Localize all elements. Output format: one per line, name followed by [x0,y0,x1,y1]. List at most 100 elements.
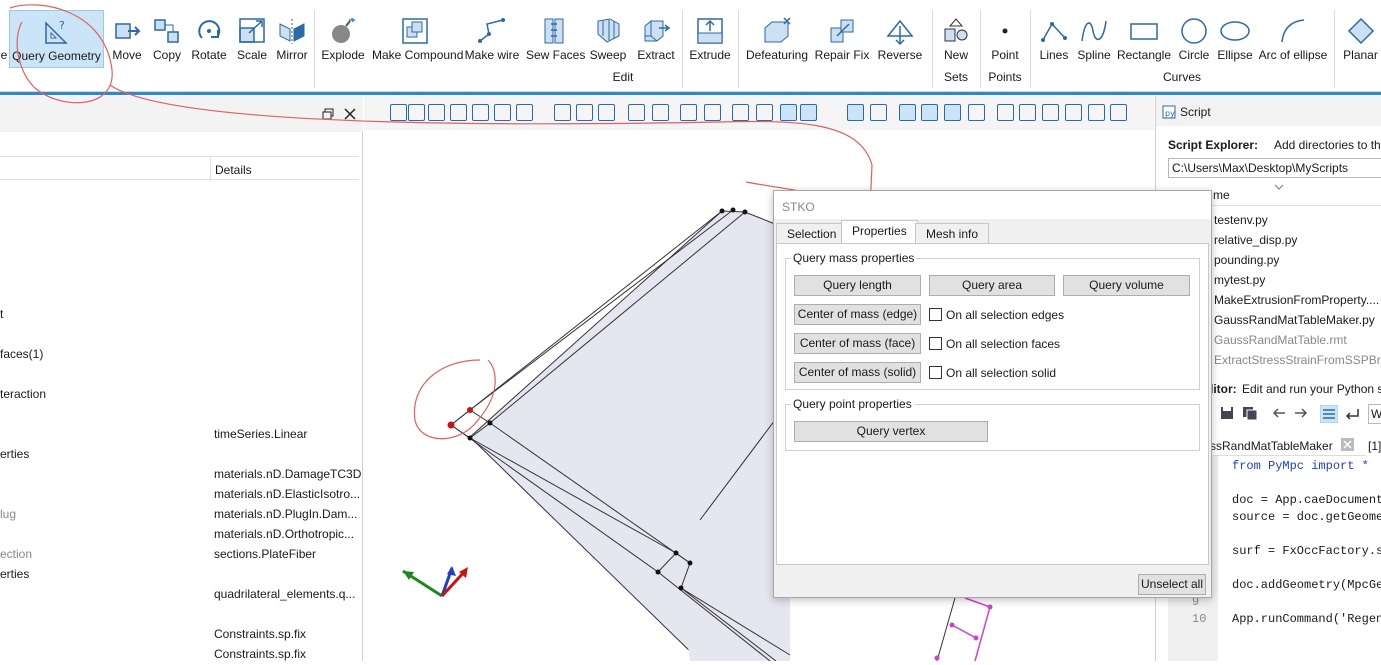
bottom-view-icon[interactable] [516,104,533,121]
details-column-header[interactable]: Details [215,163,252,177]
extrude-button[interactable]: Extrude [688,10,732,68]
center-of-mass-edge-button[interactable]: Center of mass (edge) [794,304,921,325]
layer-1-icon[interactable] [997,104,1014,121]
make-wire-button[interactable]: Make wire [462,10,522,68]
filter-faces-icon[interactable] [944,104,961,121]
iso-view-icon[interactable] [390,104,407,121]
tree-row[interactable]: timeSeries.Linear [0,427,358,445]
lines-button[interactable]: Lines [1036,10,1072,68]
new-set-button[interactable]: New [938,10,974,68]
show-only-icon[interactable] [598,104,615,121]
left-view-icon[interactable] [450,104,467,121]
tab-mesh-info[interactable]: Mesh info [915,223,990,243]
layer-5-icon[interactable] [1088,104,1105,121]
grid-icon[interactable] [780,104,797,121]
scale-button[interactable]: Scale [234,10,270,68]
format-lines-icon[interactable] [1320,405,1338,423]
selection-poly-icon[interactable] [870,104,887,121]
tab-selection[interactable]: Selection [776,223,848,243]
script-file-item[interactable]: GaussRandMatTable.rmt [1214,333,1347,347]
tree-row[interactable]: teraction [0,387,358,405]
query-vertex-button[interactable]: Query vertex [794,421,988,442]
rectangle-button[interactable]: Rectangle [1116,10,1172,68]
explode-button[interactable]: Explode [320,10,366,68]
center-of-mass-face-button[interactable]: Center of mass (face) [794,333,921,354]
tab-properties[interactable]: Properties [841,220,918,244]
filter-edges-icon[interactable] [921,104,938,121]
zoom-fit-icon[interactable] [680,104,697,121]
script-file-item[interactable]: testenv.py [1214,213,1268,227]
script-file-item[interactable]: GaussRandMatTableMaker.py [1214,313,1375,327]
editor-combo[interactable]: Wi [1368,404,1381,424]
tree-row[interactable]: Constraints.sp.fix [0,647,358,665]
close-tab-icon[interactable] [1341,438,1354,451]
reverse-button[interactable]: Reverse [874,10,926,68]
script-file-item[interactable]: mytest.py [1214,273,1265,287]
right-view-icon[interactable] [472,104,489,121]
script-file-item[interactable]: MakeExtrusionFromProperty.... [1214,293,1379,307]
editor-tab[interactable]: ssRandMatTableMaker [1206,434,1366,456]
copy-button[interactable]: Copy [150,10,184,68]
tree-row[interactable]: ection sections.PlateFiber [0,547,358,565]
make-compound-button[interactable]: Make Compound [372,10,463,68]
tree-row[interactable]: Constraints.sp.fix [0,627,358,645]
selection-box-icon[interactable] [847,104,864,121]
mesh-edges[interactable] [951,597,991,661]
wireframe-icon[interactable] [652,104,669,121]
mirror-button[interactable]: Mirror [274,10,310,68]
zoom-icon[interactable] [704,104,721,121]
layer-4-icon[interactable] [1065,104,1082,121]
tree-row[interactable]: erties [0,447,358,465]
tree-row[interactable]: materials.nD.ElasticIsotro... [0,487,360,505]
planar-button[interactable]: Planar [1340,10,1381,68]
defeaturing-button[interactable]: Defeaturing [744,10,810,68]
grid-select-icon[interactable] [800,104,817,121]
circle-button[interactable]: Circle [1176,10,1212,68]
ellipse-button[interactable]: Ellipse [1216,10,1254,68]
layer-3-icon[interactable] [1042,104,1059,121]
center-of-mass-solid-button[interactable]: Center of mass (solid) [794,362,921,383]
dialog-titlebar[interactable]: STKO [774,191,1211,219]
tree-row[interactable]: t [0,307,358,325]
sew-faces-button[interactable]: Sew Faces [526,10,585,68]
query-length-button[interactable]: Query length [794,275,921,296]
rotate-button[interactable]: Rotate [190,10,228,68]
float-panel-icon[interactable] [322,108,334,120]
tree-row[interactable]: faces(1) [0,347,358,365]
script-file-item[interactable]: pounding.py [1214,253,1279,267]
all-solid-checkbox[interactable] [929,366,942,379]
point-button[interactable]: Point [986,10,1024,68]
script-file-item[interactable]: ExtractStressStrainFromSSPBr... [1214,353,1381,367]
tree-row[interactable]: erties [0,567,358,585]
filter-points-icon[interactable] [899,104,916,121]
selected-vertex[interactable] [447,421,455,429]
redo-arrow-icon[interactable] [1294,408,1308,418]
tree-row[interactable]: materials.nD.Orthotropic... [0,527,358,545]
screenshot-icon[interactable] [732,104,749,121]
query-volume-button[interactable]: Query volume [1063,275,1190,296]
all-faces-checkbox[interactable] [929,337,942,350]
tree-row[interactable]: materials.nD.DamageTC3D [0,467,361,485]
filter-solids-icon[interactable] [968,104,985,121]
column-divider[interactable] [210,157,211,181]
pick-icon[interactable] [756,104,773,121]
ribbon-button-e[interactable]: e [0,10,8,68]
layer-6-icon[interactable] [1110,104,1127,121]
back-view-icon[interactable] [428,104,445,121]
query-area-button[interactable]: Query area [929,275,1055,296]
save-icon[interactable] [1220,406,1234,420]
undo-arrow-icon[interactable] [1272,408,1286,418]
save-all-icon[interactable] [1242,406,1258,420]
spline-button[interactable]: Spline [1076,10,1112,68]
all-edges-checkbox[interactable] [929,308,942,321]
hide-icon[interactable] [576,104,593,121]
repair-fix-button[interactable]: Repair Fix [814,10,870,68]
show-icon[interactable] [554,104,571,121]
script-directory-input[interactable]: C:\Users\Max\Desktop\MyScripts [1168,158,1381,178]
run-arrow-icon[interactable] [1344,407,1360,421]
tree-row[interactable]: lug materials.nD.PlugIn.Dam... [0,507,358,525]
selected-vertex-2[interactable] [467,407,473,413]
move-button[interactable]: Move [110,10,144,68]
front-view-icon[interactable] [408,104,425,121]
arc-of-ellipse-button[interactable]: Arc of ellipse [1258,10,1328,68]
